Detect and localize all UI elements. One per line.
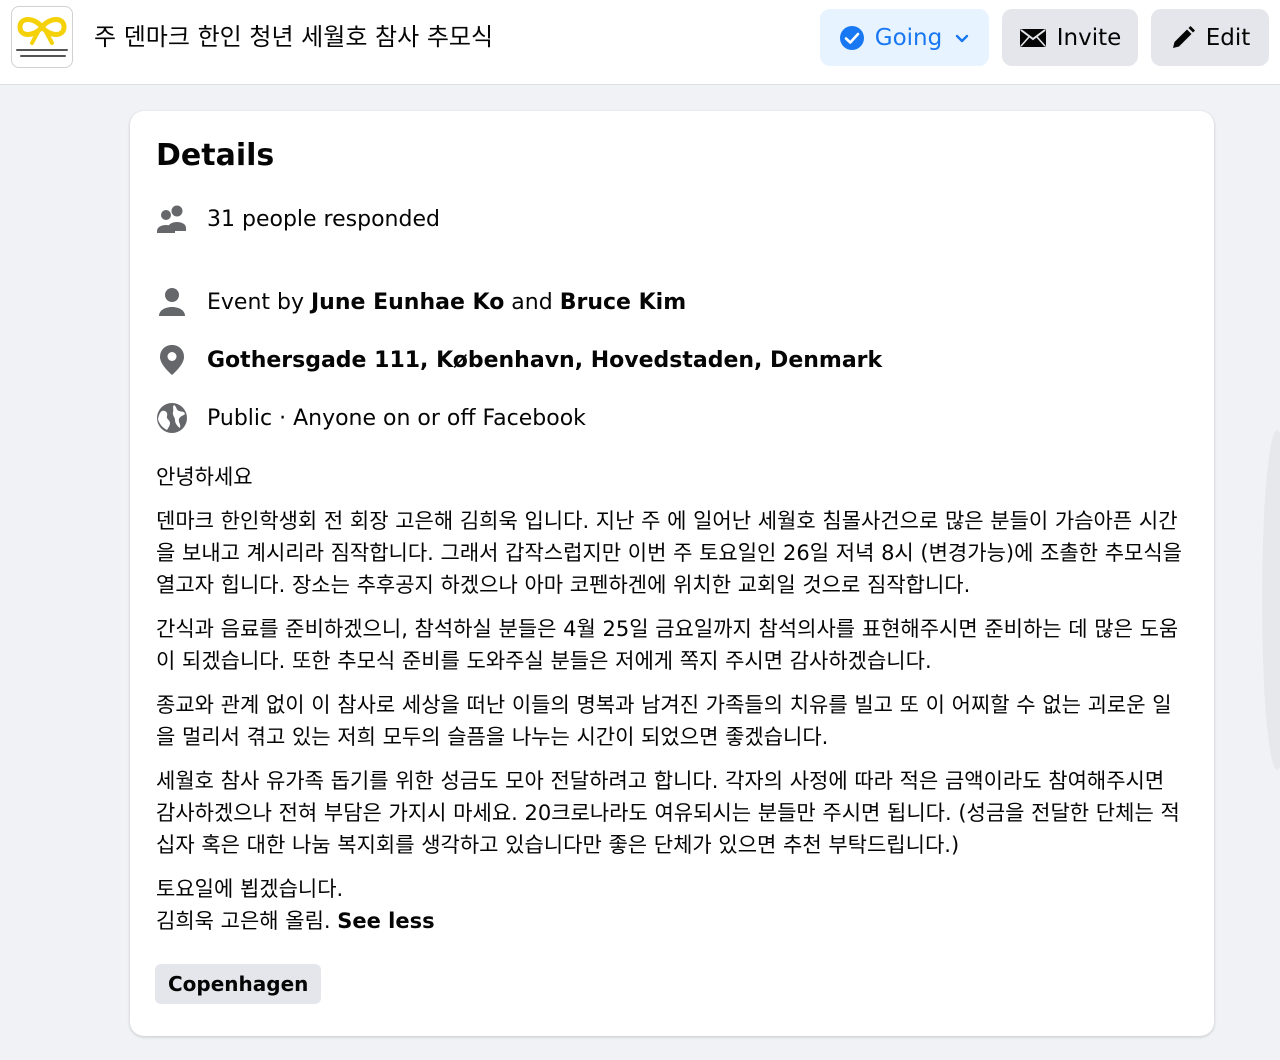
details-heading: Details [156,138,275,173]
event-description: 안녕하세요 덴마크 한인학생회 전 회장 고은해 김희욱 입니다. 지난 주 에… [156,461,1186,937]
invite-label: Invite [1056,24,1122,51]
page-edge-shadow [1262,430,1280,770]
description-paragraph: 세월호 참사 유가족 돕기를 위한 성금도 모아 전달하려고 합니다. 각자의 … [156,769,1180,857]
host-row: Event by June Eunhae Ko and Bruce Kim [156,284,686,320]
host-link-bruce[interactable]: Bruce Kim [560,290,686,315]
see-less-link[interactable]: See less [337,909,434,933]
closing-line-2: 김희욱 고은해 올림. [156,909,338,933]
going-label: Going [874,24,943,51]
privacy-text: Public · Anyone on or off Facebook [207,405,586,431]
person-icon [156,286,188,318]
envelope-icon [1019,27,1047,49]
location-row[interactable]: Gothersgade 111, København, Hovedstaden,… [156,342,882,378]
responded-row[interactable]: 31 people responded [156,201,440,237]
chevron-down-icon [954,30,970,46]
edit-button[interactable]: Edit [1151,9,1269,66]
thumb-caption-line [20,55,66,57]
host-link-june[interactable]: June Eunhae Ko [311,290,504,315]
description-paragraph: 안녕하세요 [156,465,253,489]
responded-count-text: 31 people responded [207,206,440,232]
pencil-icon [1170,25,1196,51]
closing-line-1: 토요일에 뵙겠습니다. [156,877,344,901]
location-text: Gothersgade 111, København, Hovedstaden,… [207,347,883,373]
map-pin-icon [156,344,188,376]
going-button[interactable]: Going [820,9,989,66]
description-paragraph: 덴마크 한인학생회 전 회장 고은해 김희욱 입니다. 지난 주 에 일어난 세… [156,509,1182,597]
people-icon [156,203,188,235]
yellow-ribbon-icon [17,17,67,45]
privacy-row: Public · Anyone on or off Facebook [156,400,586,436]
details-card: Details 31 people responded Event by Jun… [130,111,1214,1036]
thumb-caption-line [16,49,68,51]
check-circle-icon [839,25,865,51]
event-thumbnail[interactable] [11,6,73,68]
event-header: 주 덴마크 한인 청년 세월호 참사 추모식 Going Invite Edit [0,0,1280,85]
edit-label: Edit [1205,24,1251,51]
invite-button[interactable]: Invite [1002,9,1138,66]
host-joiner: and [504,289,560,315]
location-tag-copenhagen[interactable]: Copenhagen [155,964,322,1004]
description-paragraph: 종교와 관계 없이 이 참사로 세상을 떠난 이들의 명복과 남겨진 가족들의 … [156,693,1172,749]
description-paragraph: 간식과 음료를 준비하겠으니, 참석하실 분들은 4월 25일 금요일까지 참석… [156,617,1179,673]
globe-icon [156,402,188,434]
description-closing: 토요일에 뵙겠습니다. 김희욱 고은해 올림. See less [156,873,1186,937]
event-title: 주 덴마크 한인 청년 세월호 참사 추모식 [94,23,494,51]
host-prefix: Event by [207,289,311,315]
